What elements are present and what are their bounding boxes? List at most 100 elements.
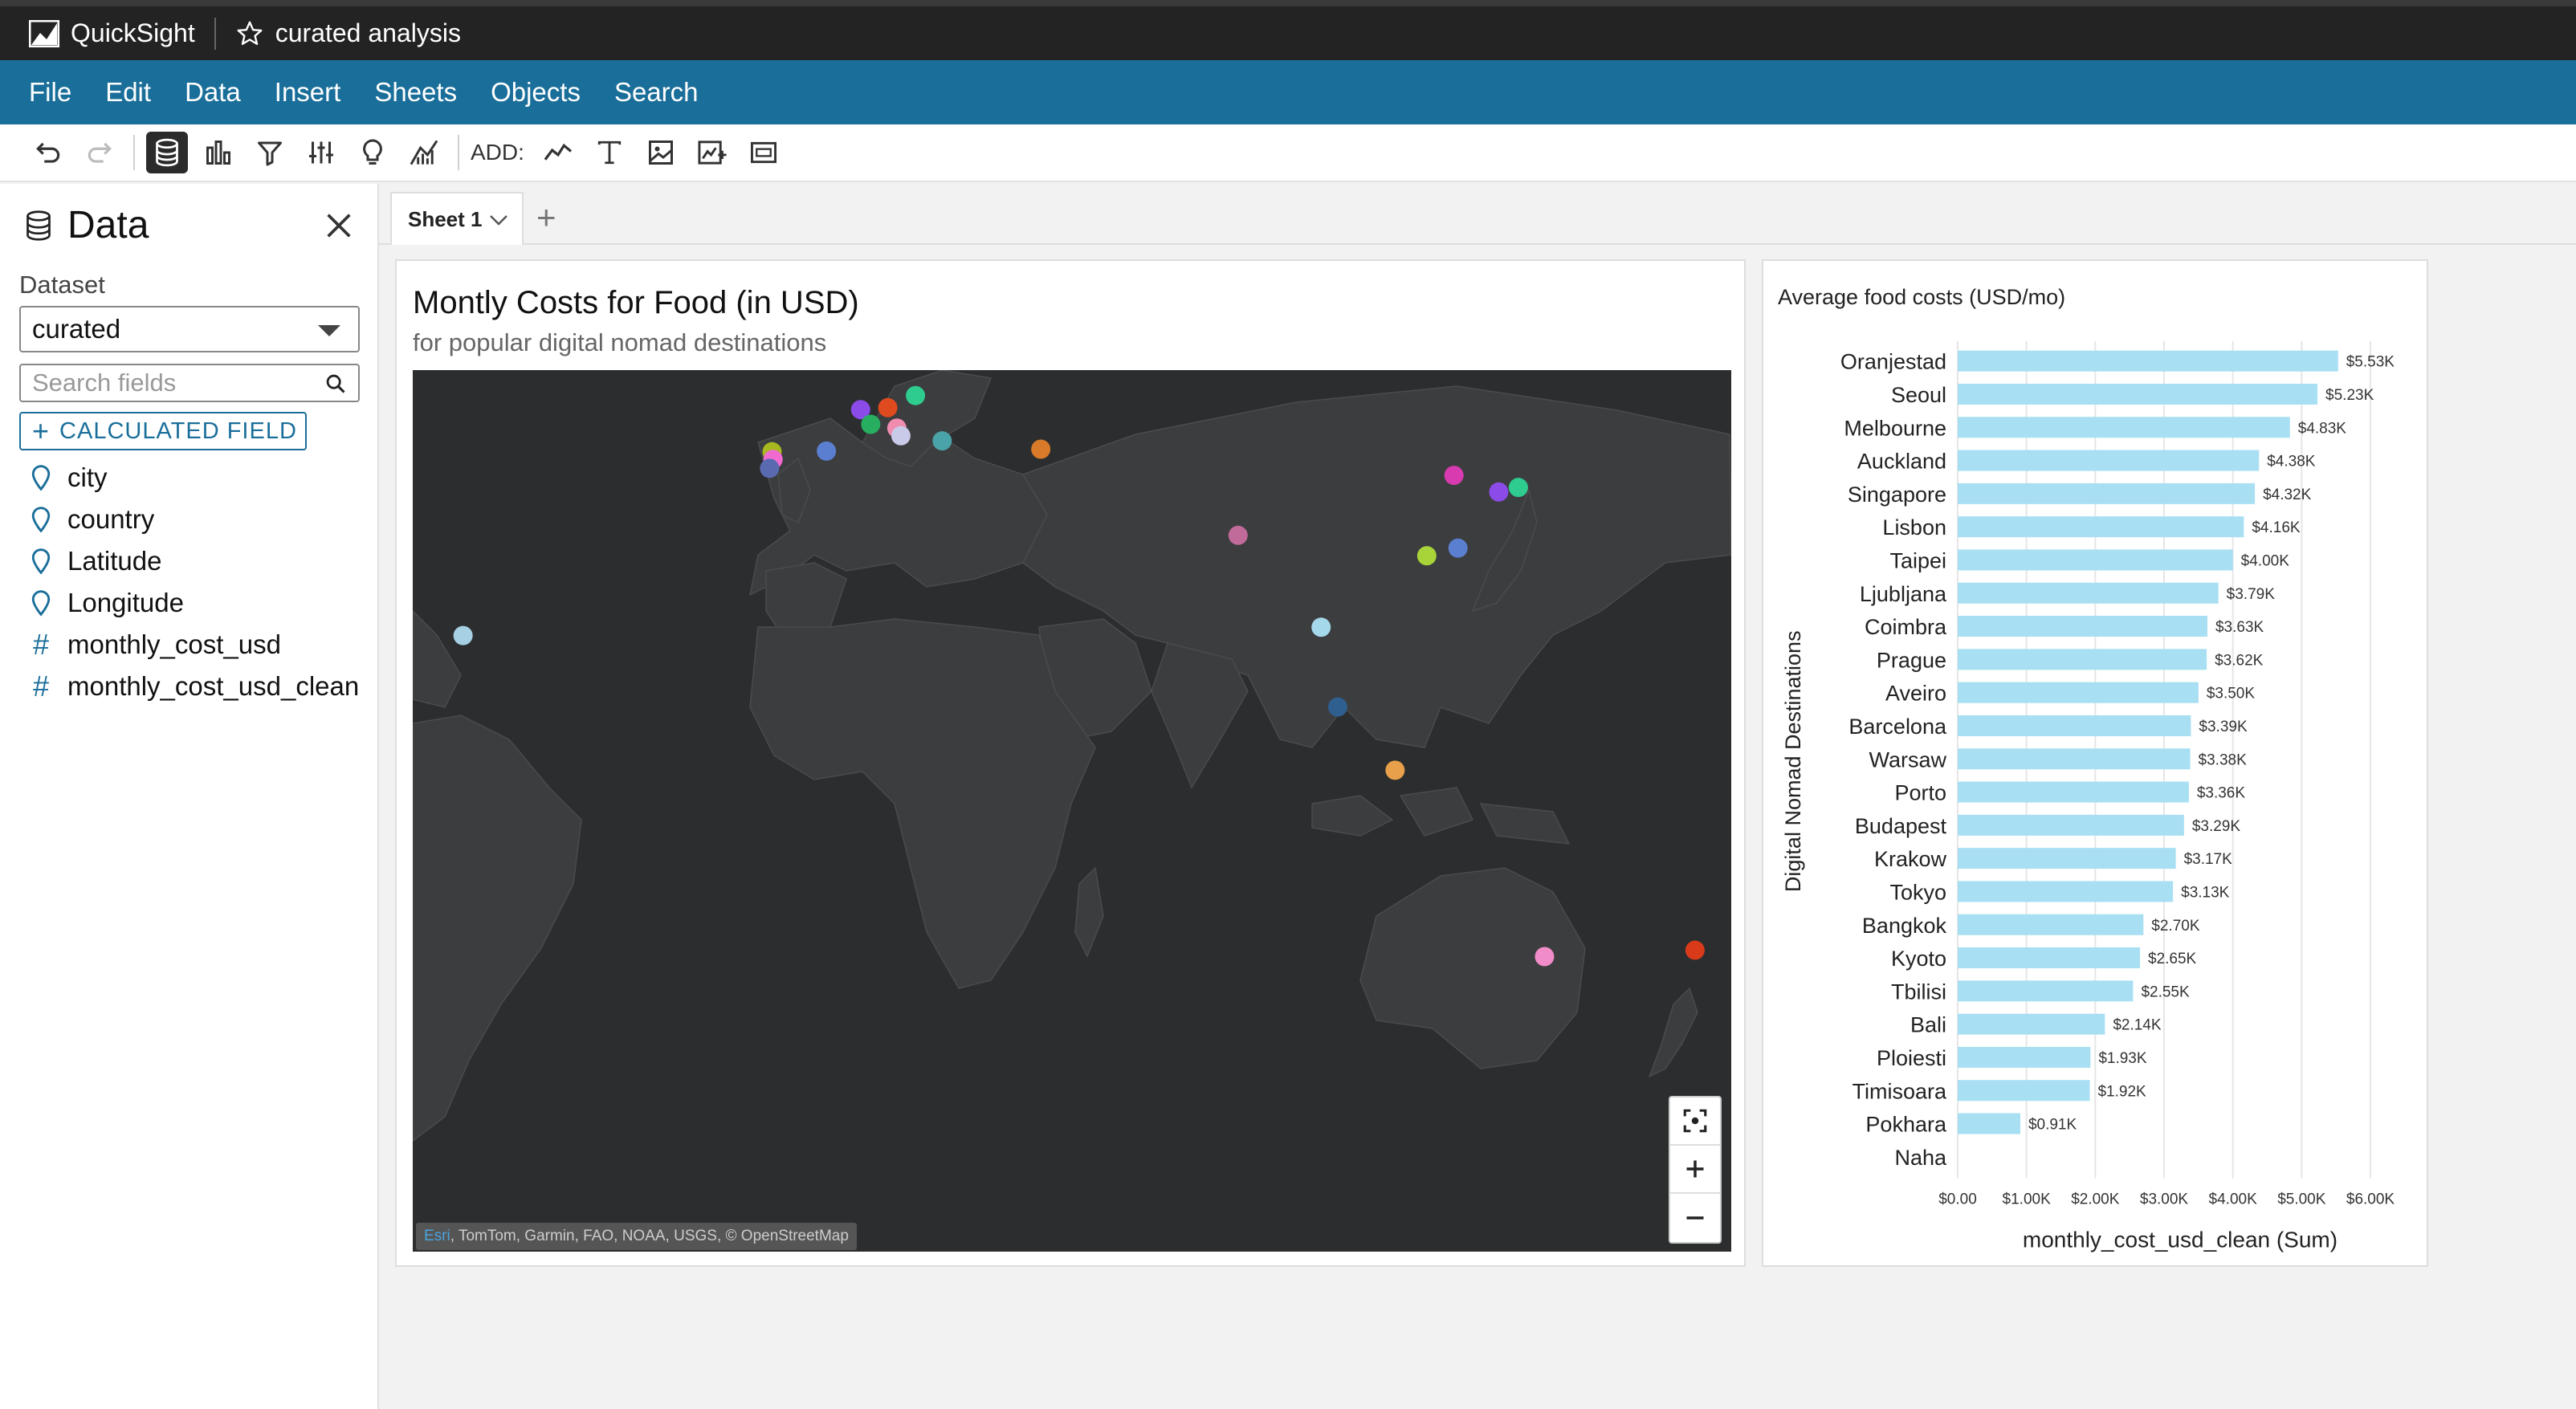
analysis-name[interactable]: curated analysis (235, 18, 461, 48)
zoom-in-button[interactable] (1670, 1146, 1720, 1194)
data-label: $2.65K (2148, 951, 2197, 967)
undo-button[interactable] (27, 132, 69, 173)
add-sheet-button[interactable]: + (536, 198, 556, 237)
zoom-out-button[interactable] (1670, 1194, 1720, 1242)
menu-edit[interactable]: Edit (105, 77, 151, 108)
bar[interactable] (1958, 947, 2141, 969)
category-label: Prague (1877, 648, 1946, 672)
bar[interactable] (1958, 649, 2207, 670)
bar[interactable] (1958, 781, 2189, 803)
menu-data[interactable]: Data (185, 77, 241, 108)
visualize-button[interactable] (198, 132, 239, 173)
data-panel-title: Data (67, 204, 149, 246)
bar[interactable] (1958, 881, 2174, 902)
field-item[interactable]: Latitude (27, 540, 373, 582)
map-point[interactable] (453, 625, 473, 645)
add-text-button[interactable] (589, 132, 630, 173)
star-icon[interactable] (235, 19, 264, 48)
menu-file[interactable]: File (29, 77, 71, 108)
esri-link[interactable]: Esri (424, 1228, 450, 1244)
chevron-down-icon[interactable] (487, 210, 511, 230)
bar[interactable] (1958, 1080, 2090, 1102)
add-image-button[interactable] (640, 132, 682, 173)
menu-insert[interactable]: Insert (275, 77, 341, 108)
menu-search[interactable]: Search (614, 77, 699, 108)
bar[interactable] (1958, 383, 2318, 405)
world-map[interactable] (413, 370, 1731, 1252)
quicksight-app: QuickSight curated analysis File Edit Da… (0, 0, 2576, 1409)
category-label: Ljubljana (1860, 582, 1947, 606)
map-point[interactable] (1327, 697, 1347, 717)
toolbar-separator (458, 135, 459, 170)
bar[interactable] (1958, 748, 2191, 770)
add-image-icon (648, 140, 673, 165)
bar[interactable] (1958, 1013, 2105, 1035)
map-point[interactable] (891, 426, 911, 446)
bar[interactable] (1958, 516, 2244, 538)
bar[interactable] (1958, 350, 2338, 372)
map-point[interactable] (1444, 466, 1464, 486)
field-item[interactable]: # monthly_cost_usd (27, 624, 373, 666)
add-visual-button[interactable] (537, 132, 579, 173)
quicksight-logo[interactable]: QuickSight (29, 18, 195, 48)
close-icon[interactable] (323, 210, 355, 242)
bar[interactable] (1958, 616, 2207, 637)
bar-chart[interactable]: Oranjestad $5.53K Seoul $5.23K Melbourne $4.8… (1763, 325, 2427, 1264)
bar[interactable] (1958, 450, 2260, 471)
map-point[interactable] (1311, 617, 1331, 637)
bar[interactable] (1958, 848, 2176, 869)
add-calculated-field-button[interactable]: + CALCULATED FIELD (19, 412, 307, 450)
map-point[interactable] (1685, 940, 1705, 960)
search-fields-input[interactable]: Search fields (19, 364, 360, 402)
insights-button[interactable] (352, 132, 393, 173)
filter-button[interactable] (249, 132, 291, 173)
map-point[interactable] (1448, 538, 1468, 558)
bar[interactable] (1958, 582, 2219, 604)
bar[interactable] (1958, 914, 2144, 935)
bar[interactable] (1958, 682, 2199, 703)
bar[interactable] (1958, 1046, 2091, 1068)
parameters-button[interactable] (300, 132, 342, 173)
map-point[interactable] (760, 458, 780, 478)
field-item[interactable]: # monthly_cost_usd_clean (27, 666, 373, 707)
bar[interactable] (1958, 715, 2191, 736)
map-point[interactable] (878, 397, 898, 417)
field-item[interactable]: Longitude (27, 582, 373, 624)
map-visual[interactable]: Montly Costs for Food (in USD) for popul… (395, 259, 1746, 1267)
map-point[interactable] (1031, 439, 1051, 459)
map-point[interactable] (906, 385, 926, 405)
menu-objects[interactable]: Objects (491, 77, 581, 108)
field-item[interactable]: country (27, 499, 373, 540)
fit-bounds-button[interactable] (1670, 1097, 1720, 1146)
data-pane-button[interactable] (146, 132, 188, 173)
toolbar-separator (133, 135, 135, 170)
bar[interactable] (1958, 1113, 2020, 1134)
map-canvas[interactable]: Esri, TomTom, Garmin, FAO, NOAA, USGS, ©… (413, 370, 1731, 1252)
data-label: $3.79K (2227, 586, 2276, 603)
bar-chart-visual[interactable]: Average food costs (USD/mo) Oranjestad $5… (1762, 259, 2428, 1267)
insights-icon (363, 139, 382, 165)
add-insight-button[interactable] (691, 132, 733, 173)
tab-sheet-1[interactable]: Sheet 1 (390, 192, 524, 245)
map-point[interactable] (1228, 525, 1248, 545)
dataset-select[interactable]: curated (19, 306, 360, 352)
map-point[interactable] (1416, 546, 1437, 566)
map-point[interactable] (932, 431, 952, 451)
field-item[interactable]: city (27, 457, 373, 499)
bar[interactable] (1958, 980, 2134, 1002)
field-name: city (67, 462, 108, 492)
map-point[interactable] (861, 414, 881, 434)
ml-insights-button[interactable] (403, 132, 445, 173)
add-embed-button[interactable] (743, 132, 785, 173)
bar[interactable] (1958, 417, 2290, 438)
map-point[interactable] (1535, 947, 1555, 967)
map-point[interactable] (817, 441, 837, 461)
menu-sheets[interactable]: Sheets (374, 77, 457, 108)
bar[interactable] (1958, 549, 2233, 571)
map-point[interactable] (1508, 478, 1528, 498)
bar[interactable] (1958, 814, 2184, 836)
bar[interactable] (1958, 483, 2256, 504)
map-point[interactable] (1489, 482, 1509, 502)
redo-button[interactable] (79, 132, 120, 173)
map-point[interactable] (1385, 760, 1405, 780)
